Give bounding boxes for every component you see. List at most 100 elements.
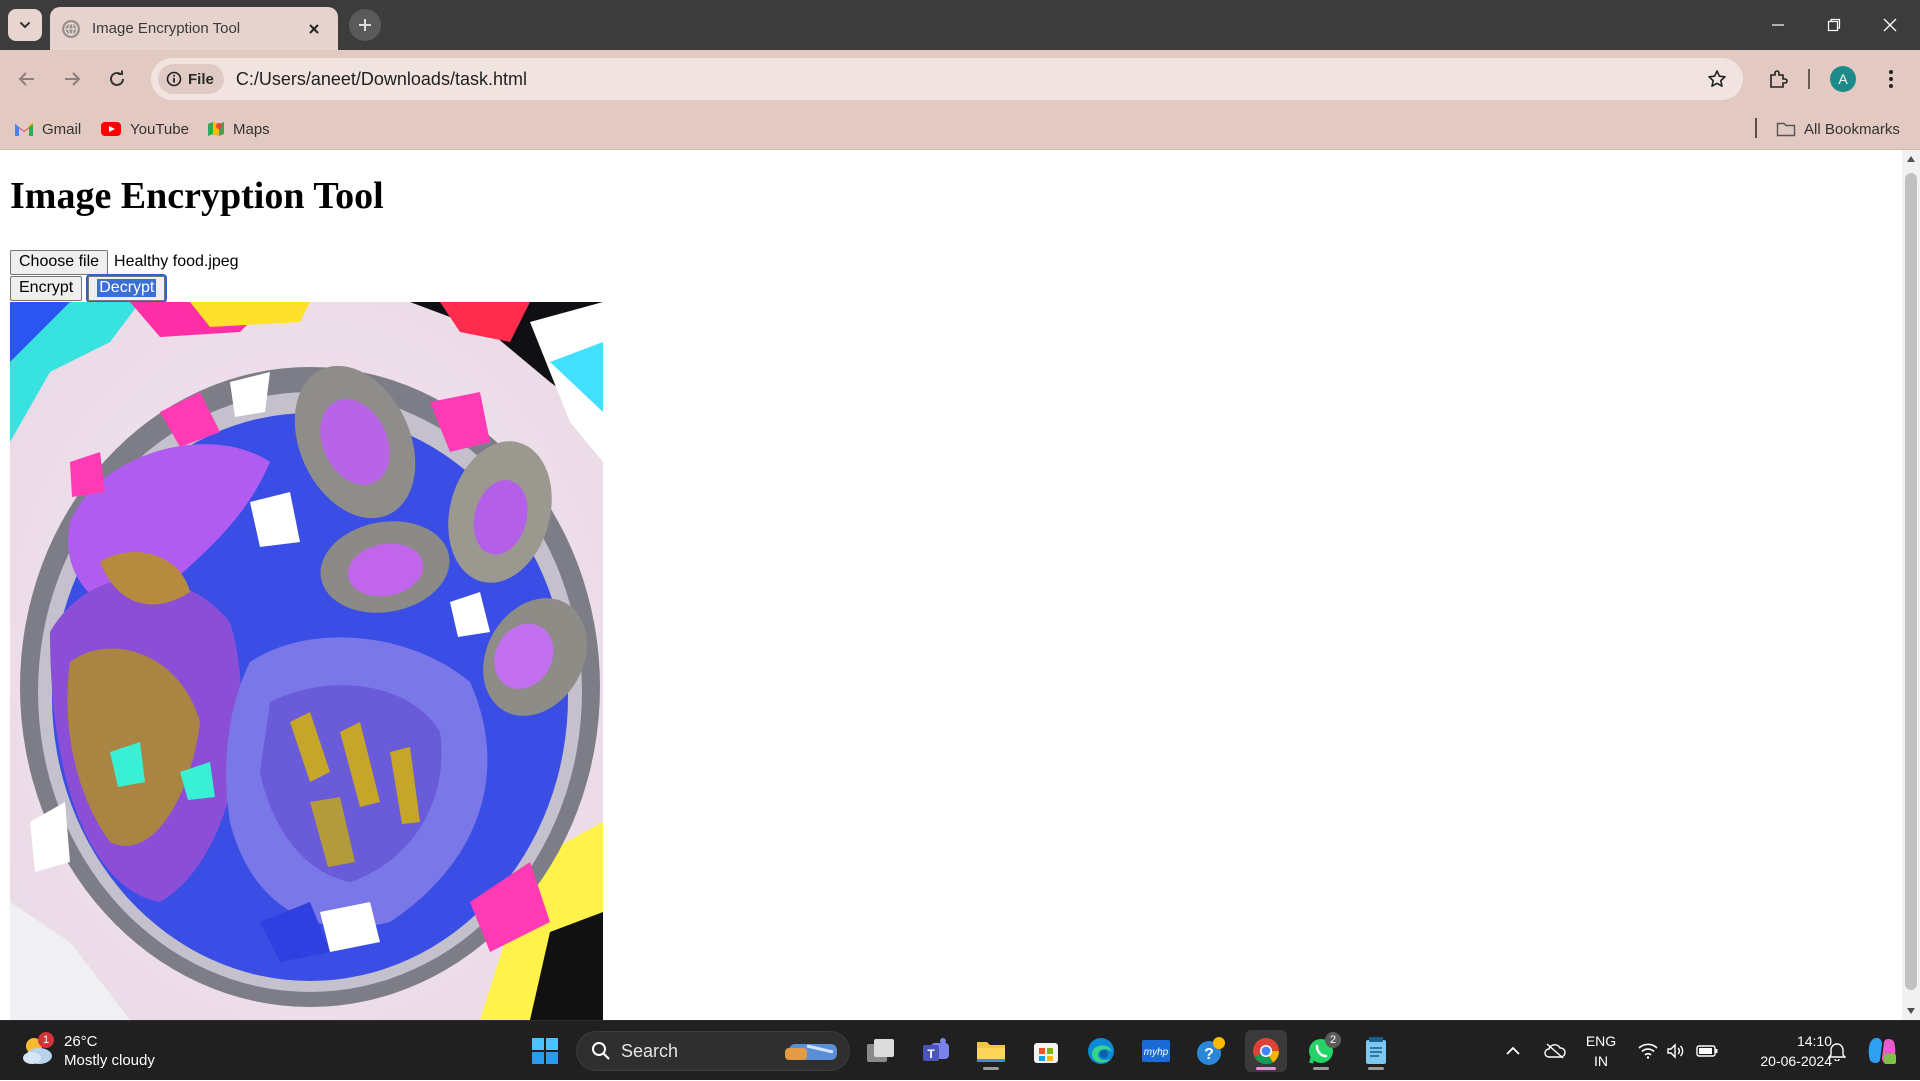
speaker-icon [1667, 1043, 1684, 1059]
scroll-up-arrow-icon[interactable] [1902, 150, 1920, 168]
chevron-down-icon [20, 22, 30, 29]
copilot-button[interactable] [1862, 1021, 1902, 1081]
weather-widget[interactable]: 1 26°C Mostly cloudy [20, 1029, 155, 1073]
decrypt-button[interactable]: Decrypt [86, 273, 168, 303]
chrome-icon [1253, 1038, 1280, 1065]
new-tab-button[interactable] [349, 9, 381, 41]
browser-toolbar: File C:/Users/aneet/Downloads/task.html … [0, 50, 1920, 108]
chrome-button[interactable] [1245, 1030, 1287, 1072]
scroll-down-arrow-icon[interactable] [1902, 1002, 1920, 1020]
avatar: A [1830, 66, 1856, 92]
reload-icon [110, 70, 124, 86]
arrow-left-icon [18, 72, 34, 86]
bookmark-maps[interactable]: Maps [207, 116, 270, 142]
encrypted-image-canvas [10, 302, 603, 1020]
gmail-icon [15, 122, 33, 136]
chevron-up-icon [1506, 1046, 1520, 1055]
help-button[interactable]: ? [1190, 1030, 1232, 1072]
bookmark-star-button[interactable] [1699, 61, 1735, 97]
page-title: Image Encryption Tool [10, 175, 384, 217]
running-indicator [1368, 1067, 1384, 1070]
file-input[interactable]: Choose file Healthy food.jpeg [10, 249, 239, 275]
browser-title-bar: Image Encryption Tool [0, 0, 1920, 50]
extensions-button[interactable] [1758, 62, 1798, 96]
store-icon [1034, 1043, 1058, 1063]
info-icon [166, 71, 182, 87]
encrypt-button[interactable]: Encrypt [10, 275, 83, 301]
active-indicator [1256, 1067, 1276, 1070]
windows-logo-icon [532, 1038, 558, 1064]
battery-status[interactable] [1692, 1021, 1722, 1081]
task-view-button[interactable] [860, 1030, 902, 1072]
bookmark-gmail[interactable]: Gmail [14, 116, 81, 142]
close-tab-icon[interactable] [304, 19, 324, 39]
action-buttons: Encrypt Decrypt [10, 273, 168, 303]
reload-button[interactable] [100, 62, 134, 96]
weather-temp: 26°C [64, 1033, 98, 1050]
edge-button[interactable] [1080, 1030, 1122, 1072]
clock-date: 20-06-2024 [1760, 1053, 1832, 1069]
bookmark-label: YouTube [130, 120, 189, 138]
help-icon: ? [1197, 1037, 1225, 1065]
tab-search-button[interactable] [8, 9, 42, 41]
onedrive-status[interactable] [1540, 1021, 1570, 1081]
whatsapp-button[interactable]: 2 [1300, 1030, 1342, 1072]
toolbar-divider [1808, 62, 1810, 96]
search-label: Search [621, 1040, 679, 1061]
cloud-offline-icon [1544, 1043, 1566, 1059]
encrypted-image [10, 302, 603, 1020]
weather-badge: 1 [38, 1032, 54, 1048]
menu-button[interactable] [1874, 62, 1908, 96]
url-text[interactable]: C:/Users/aneet/Downloads/task.html [236, 69, 1699, 90]
folder-icon [1776, 122, 1796, 137]
task-view-icon [867, 1039, 894, 1062]
weather-desc: Mostly cloudy [64, 1052, 155, 1069]
selected-file-name: Healthy food.jpeg [114, 253, 239, 270]
forward-button[interactable] [55, 62, 89, 96]
back-button[interactable] [10, 62, 44, 96]
wifi-status[interactable] [1634, 1021, 1662, 1081]
myhp-button[interactable]: myhp [1135, 1030, 1177, 1072]
svg-text:T: T [927, 1047, 935, 1061]
store-button[interactable] [1025, 1030, 1067, 1072]
close-window-button[interactable] [1862, 0, 1918, 50]
scrollbar-thumb[interactable] [1905, 173, 1917, 990]
active-tab[interactable]: Image Encryption Tool [50, 7, 338, 50]
wifi-icon [1638, 1043, 1658, 1059]
bookmark-youtube[interactable]: YouTube [100, 116, 189, 142]
start-button[interactable] [524, 1030, 566, 1072]
system-clock[interactable]: 14:10 20-06-2024 [1726, 1031, 1832, 1071]
battery-icon [1696, 1045, 1718, 1057]
volume-status[interactable] [1662, 1021, 1690, 1081]
notifications-button[interactable] [1822, 1021, 1852, 1081]
minimize-button[interactable] [1750, 0, 1806, 50]
teams-icon: T [923, 1038, 949, 1061]
profile-button[interactable]: A [1826, 62, 1860, 96]
folder-icon [977, 1042, 1005, 1062]
teams-button[interactable]: T [915, 1030, 957, 1072]
bookmarks-bar: Gmail YouTube Maps All Bookmarks [0, 108, 1920, 150]
search-highlight-icon [785, 1044, 837, 1060]
tab-title: Image Encryption Tool [92, 20, 241, 37]
svg-text:?: ? [1204, 1046, 1214, 1063]
page-scrollbar[interactable] [1902, 150, 1920, 1020]
taskbar-search[interactable]: Search [576, 1031, 850, 1071]
clock-time: 14:10 [1796, 1033, 1832, 1049]
close-icon [1883, 18, 1897, 32]
notepad-button[interactable] [1355, 1030, 1397, 1072]
site-chip-label: File [188, 70, 214, 88]
search-icon [592, 1042, 610, 1060]
minimize-icon [1772, 24, 1784, 26]
restore-button[interactable] [1806, 0, 1862, 50]
star-icon [1708, 70, 1726, 87]
site-info-chip[interactable]: File [158, 64, 224, 94]
show-hidden-icons-button[interactable] [1500, 1021, 1526, 1081]
choose-file-button[interactable]: Choose file [10, 249, 109, 275]
language-indicator[interactable]: ENG IN [1582, 1031, 1620, 1071]
whatsapp-badge: 2 [1325, 1032, 1341, 1048]
running-indicator [1313, 1067, 1329, 1070]
all-bookmarks-button[interactable]: All Bookmarks [1776, 116, 1900, 142]
address-bar[interactable]: File C:/Users/aneet/Downloads/task.html [151, 58, 1743, 100]
file-explorer-button[interactable] [970, 1030, 1012, 1072]
arrow-right-icon [65, 72, 81, 86]
